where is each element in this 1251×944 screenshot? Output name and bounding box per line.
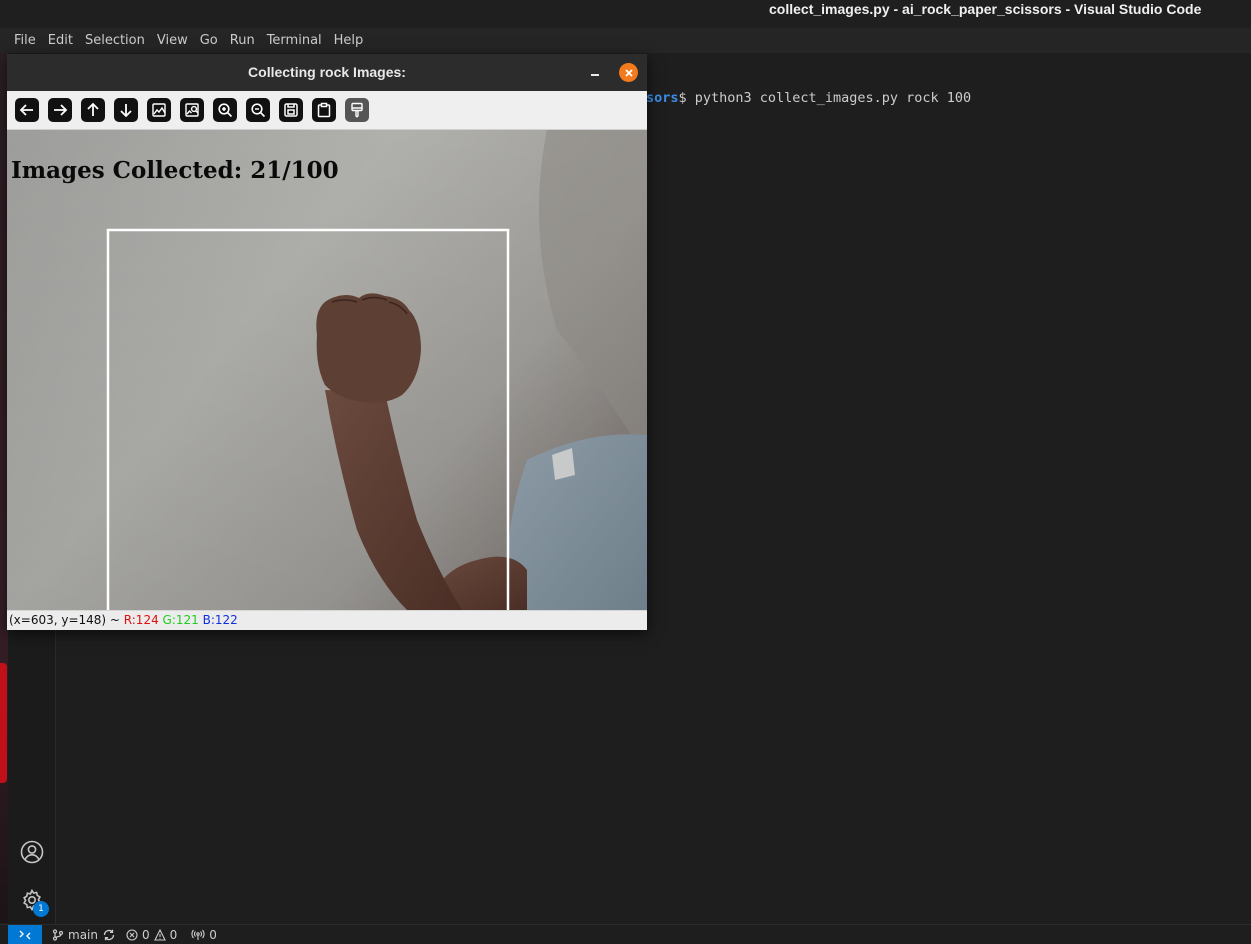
opencv-window-title: Collecting rock Images: (248, 64, 406, 80)
desktop-red-shape (0, 663, 7, 783)
error-count: 0 (141, 927, 150, 942)
menu-bar: File Edit Selection View Go Run Terminal… (0, 28, 1251, 53)
opencv-toolbar (7, 91, 647, 130)
camera-frame[interactable]: Images Collected: 21/100 (7, 130, 647, 610)
zoom-in-icon (218, 103, 233, 118)
terminal-command: $ python3 collect_images.py rock 100 (678, 90, 972, 106)
git-branch-icon (52, 928, 64, 941)
image-properties-button[interactable] (180, 98, 204, 122)
broadcast-icon (191, 929, 205, 940)
menu-selection[interactable]: Selection (79, 33, 151, 48)
minimize-icon (591, 74, 599, 76)
terminal-command-line[interactable]: sors$ python3 collect_images.py rock 100 (646, 90, 971, 106)
menu-file[interactable]: File (8, 33, 42, 48)
pan-left-button[interactable] (15, 98, 39, 122)
blue-channel-value: B:122 (202, 613, 238, 627)
menu-help[interactable]: Help (328, 33, 370, 48)
menu-terminal[interactable]: Terminal (261, 33, 328, 48)
minimize-button[interactable] (587, 64, 603, 80)
camera-frame-image (7, 130, 647, 610)
cursor-coordinates: (x=603, y=148) ~ (9, 613, 124, 627)
close-button[interactable] (619, 63, 638, 82)
error-icon (126, 928, 138, 941)
zoom-in-button[interactable] (213, 98, 237, 122)
image-icon (152, 103, 166, 117)
pan-right-button[interactable] (48, 98, 72, 122)
arrow-left-icon (19, 104, 33, 116)
status-bar: main 0 0 0 (0, 924, 1251, 944)
warning-icon (153, 928, 166, 941)
git-branch-label: main (68, 927, 98, 942)
menu-edit[interactable]: Edit (42, 33, 79, 48)
menu-view[interactable]: View (151, 33, 194, 48)
window-title: collect_images.py - ai_rock_paper_scisso… (769, 1, 1202, 17)
save-button[interactable] (279, 98, 303, 122)
remote-indicator-button[interactable] (8, 924, 42, 944)
menu-run[interactable]: Run (224, 33, 261, 48)
remote-icon (19, 930, 31, 939)
close-icon (624, 68, 633, 77)
arrow-up-icon (87, 102, 99, 116)
vscode-titlebar: collect_images.py - ai_rock_paper_scisso… (0, 0, 1251, 28)
image-properties-icon (185, 103, 199, 117)
images-collected-counter: Images Collected: 21/100 (11, 157, 339, 184)
zoom-out-button[interactable] (246, 98, 270, 122)
paint-brush-icon (351, 102, 363, 118)
arrow-right-icon (54, 104, 68, 116)
sync-icon[interactable] (102, 928, 116, 942)
menu-go[interactable]: Go (194, 33, 224, 48)
copy-clipboard-button[interactable] (312, 98, 336, 122)
warning-count: 0 (169, 927, 178, 942)
pan-up-button[interactable] (81, 98, 105, 122)
copy-clipboard-icon (317, 102, 331, 118)
ports-count: 0 (209, 927, 217, 942)
zoom-fit-button[interactable] (147, 98, 171, 122)
account-icon[interactable] (20, 840, 44, 864)
save-icon (284, 103, 298, 117)
opencv-statusbar: (x=603, y=148) ~ R:124 G:121 B:122 (7, 610, 647, 630)
zoom-out-icon (251, 103, 266, 118)
settings-badge: 1 (33, 901, 49, 917)
problems-item[interactable]: 0 0 (126, 928, 177, 942)
terminal-prompt-path: sors (646, 90, 679, 106)
green-channel-value: G:121 (162, 613, 199, 627)
pan-down-button[interactable] (114, 98, 138, 122)
red-channel-value: R:124 (123, 613, 159, 627)
opencv-window[interactable]: Collecting rock Images: Images Collected… (7, 54, 647, 630)
desktop-screen: collect_images.py - ai_rock_paper_scisso… (0, 0, 1251, 944)
arrow-down-icon (120, 104, 132, 118)
git-branch-item[interactable]: main (52, 928, 116, 942)
ports-item[interactable]: 0 (191, 928, 217, 942)
opencv-titlebar[interactable]: Collecting rock Images: (7, 54, 647, 91)
properties-button[interactable] (345, 98, 369, 122)
